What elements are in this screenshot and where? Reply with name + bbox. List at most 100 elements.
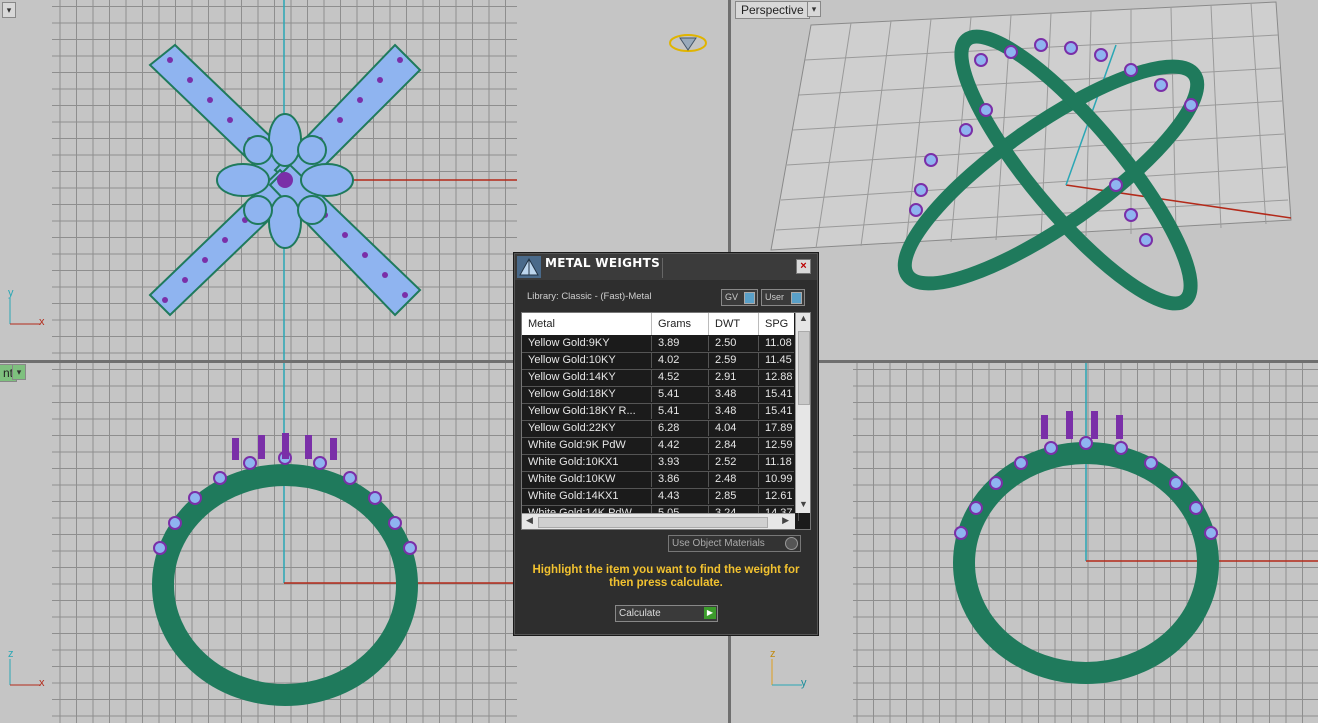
cell-grams: 5.41 bbox=[652, 387, 709, 402]
cell-spg: 15.41 bbox=[759, 404, 799, 419]
table-row[interactable]: Yellow Gold:18KY R... 5.41 3.48 15.41 bbox=[522, 404, 799, 421]
cell-metal: Yellow Gold:10KY bbox=[522, 353, 652, 368]
play-icon: ▶ bbox=[704, 607, 716, 619]
axis-z-label: z bbox=[770, 648, 776, 660]
perspective-viewport[interactable]: Perspective ▾ bbox=[731, 0, 1318, 360]
axis-gizmo: z x bbox=[6, 648, 52, 691]
cell-dwt: 2.84 bbox=[709, 438, 759, 453]
table-row[interactable]: Yellow Gold:9KY 3.89 2.50 11.08 bbox=[522, 336, 799, 353]
scroll-up-icon[interactable]: ▲ bbox=[796, 313, 810, 327]
cell-grams: 4.02 bbox=[652, 353, 709, 368]
calculate-label: Calculate bbox=[619, 608, 661, 619]
cell-metal: Yellow Gold:14KY bbox=[522, 370, 652, 385]
column-header-metal[interactable]: Metal bbox=[522, 313, 652, 335]
cell-dwt: 4.04 bbox=[709, 421, 759, 436]
scroll-thumb[interactable] bbox=[798, 331, 810, 405]
cell-spg: 12.59 bbox=[759, 438, 799, 453]
cell-spg: 12.61 bbox=[759, 489, 799, 504]
pyramid-icon bbox=[517, 256, 541, 278]
toggle-knob-icon bbox=[791, 292, 802, 304]
dialog-title: METAL WEIGHTS bbox=[545, 256, 661, 270]
metal-table[interactable]: Metal Grams DWT SPG Yellow Gold:9KY 3.89 2… bbox=[521, 312, 811, 530]
table-row[interactable]: White Gold:9K PdW 4.42 2.84 12.59 bbox=[522, 438, 799, 455]
cell-metal: White Gold:10KW bbox=[522, 472, 652, 487]
cell-spg: 17.89 bbox=[759, 421, 799, 436]
axis-x-label: x bbox=[39, 316, 45, 328]
cell-spg: 12.88 bbox=[759, 370, 799, 385]
radio-knob-icon bbox=[785, 537, 798, 550]
scroll-left-icon[interactable]: ◀ bbox=[526, 515, 533, 526]
diamond-icon[interactable] bbox=[668, 30, 708, 56]
column-header-dwt[interactable]: DWT bbox=[709, 313, 759, 335]
calculate-button[interactable]: Calculate ▶ bbox=[615, 605, 718, 622]
cell-grams: 4.43 bbox=[652, 489, 709, 504]
title-divider bbox=[662, 258, 813, 278]
cell-metal: White Gold:10KX1 bbox=[522, 455, 652, 470]
column-header-spg[interactable]: SPG bbox=[759, 313, 799, 335]
axis-z-label: z bbox=[8, 648, 14, 660]
cell-grams: 3.93 bbox=[652, 455, 709, 470]
toggle-knob-icon bbox=[744, 292, 755, 304]
axis-y-label: y bbox=[801, 677, 807, 689]
user-toggle[interactable]: User bbox=[761, 289, 805, 306]
gv-label: GV bbox=[725, 292, 739, 302]
cell-grams: 6.28 bbox=[652, 421, 709, 436]
cell-spg: 11.08 bbox=[759, 336, 799, 351]
viewport-menu-arrow[interactable]: ▾ bbox=[807, 1, 821, 17]
cell-metal: Yellow Gold:9KY bbox=[522, 336, 652, 351]
scroll-down-icon[interactable]: ▼ bbox=[796, 499, 810, 513]
scroll-thumb[interactable] bbox=[538, 517, 768, 528]
vertical-scrollbar[interactable]: ▲ ▼ bbox=[795, 313, 810, 513]
close-button[interactable]: × bbox=[796, 259, 811, 274]
cell-dwt: 2.52 bbox=[709, 455, 759, 470]
table-row[interactable]: White Gold:10KW 3.86 2.48 10.99 bbox=[522, 472, 799, 489]
dialog-title-bar[interactable]: METAL WEIGHTS × bbox=[515, 254, 817, 280]
table-row[interactable]: White Gold:14KX1 4.43 2.85 12.61 bbox=[522, 489, 799, 506]
cell-dwt: 2.91 bbox=[709, 370, 759, 385]
scroll-right-icon[interactable]: ▶ bbox=[782, 515, 789, 526]
cell-metal: Yellow Gold:18KY R... bbox=[522, 404, 652, 419]
cell-grams: 3.89 bbox=[652, 336, 709, 351]
gv-toggle[interactable]: GV bbox=[721, 289, 758, 306]
axis-x-label: x bbox=[39, 677, 45, 689]
axis-gizmo: y x bbox=[6, 287, 52, 330]
cell-spg: 15.41 bbox=[759, 387, 799, 402]
library-label: Library: Classic - (Fast)-Metal bbox=[527, 291, 652, 302]
use-object-materials-toggle[interactable]: Use Object Materials bbox=[668, 535, 801, 552]
table-row[interactable]: White Gold:10KX1 3.93 2.52 11.18 bbox=[522, 455, 799, 472]
cell-spg: 11.45 bbox=[759, 353, 799, 368]
cell-metal: White Gold:9K PdW bbox=[522, 438, 652, 453]
cell-dwt: 2.85 bbox=[709, 489, 759, 504]
cell-metal: Yellow Gold:18KY bbox=[522, 387, 652, 402]
cell-grams: 4.52 bbox=[652, 370, 709, 385]
use-object-materials-label: Use Object Materials bbox=[672, 538, 765, 549]
axis-y-label: y bbox=[8, 287, 14, 299]
cell-dwt: 2.48 bbox=[709, 472, 759, 487]
table-row[interactable]: Yellow Gold:10KY 4.02 2.59 11.45 bbox=[522, 353, 799, 370]
cell-dwt: 3.48 bbox=[709, 387, 759, 402]
cell-metal: White Gold:14KX1 bbox=[522, 489, 652, 504]
cell-spg: 11.18 bbox=[759, 455, 799, 470]
table-body: Yellow Gold:9KY 3.89 2.50 11.08 Yellow Gold… bbox=[522, 336, 799, 523]
cell-grams: 4.42 bbox=[652, 438, 709, 453]
axis-gizmo: z y bbox=[768, 648, 814, 691]
table-row[interactable]: Yellow Gold:18KY 5.41 3.48 15.41 bbox=[522, 387, 799, 404]
viewport-label-perspective[interactable]: Perspective bbox=[735, 1, 810, 19]
right-viewport[interactable]: z y bbox=[731, 363, 1318, 723]
cell-grams: 5.41 bbox=[652, 404, 709, 419]
user-label: User bbox=[765, 292, 785, 302]
horizontal-scrollbar[interactable]: ◀ ▶ bbox=[522, 513, 795, 529]
perspective-grid-model bbox=[770, 1, 1292, 311]
cell-dwt: 3.48 bbox=[709, 404, 759, 419]
instruction-text: Highlight the item you want to find the … bbox=[532, 564, 800, 589]
metal-weights-dialog[interactable]: METAL WEIGHTS × Library: Classic - (Fast… bbox=[514, 253, 818, 635]
column-header-grams[interactable]: Grams bbox=[652, 313, 709, 335]
right-view-model bbox=[953, 363, 1318, 684]
cell-metal: Yellow Gold:22KY bbox=[522, 421, 652, 436]
cell-spg: 10.99 bbox=[759, 472, 799, 487]
cell-dwt: 2.50 bbox=[709, 336, 759, 351]
cell-dwt: 2.59 bbox=[709, 353, 759, 368]
table-header: Metal Grams DWT SPG bbox=[522, 313, 799, 335]
table-row[interactable]: Yellow Gold:22KY 6.28 4.04 17.89 bbox=[522, 421, 799, 438]
table-row[interactable]: Yellow Gold:14KY 4.52 2.91 12.88 bbox=[522, 370, 799, 387]
